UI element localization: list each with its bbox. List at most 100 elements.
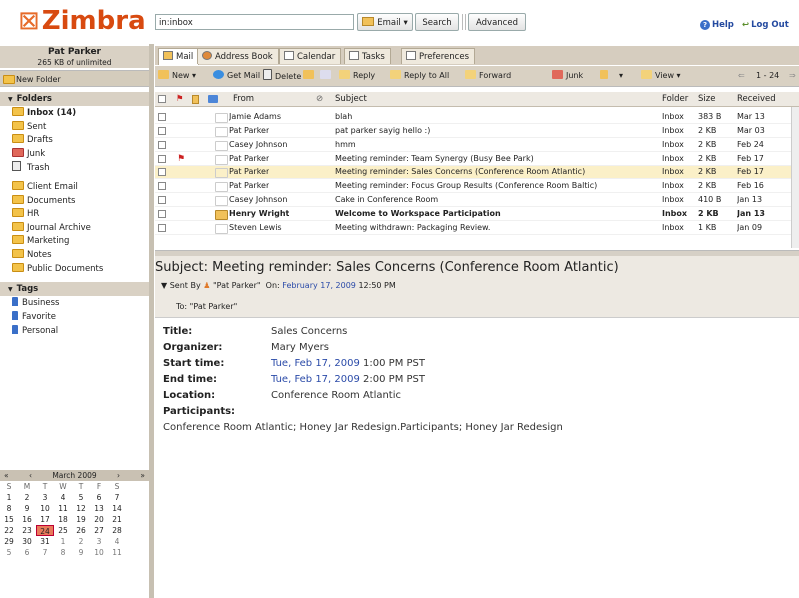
logout-link[interactable]: ↩ Log Out	[742, 20, 789, 30]
calendar-day[interactable]: 3	[36, 492, 54, 503]
tab-address-book[interactable]: Address Book	[197, 48, 279, 64]
row-checkbox[interactable]	[158, 113, 166, 121]
calendar-day[interactable]: 1	[54, 536, 72, 547]
row-checkbox[interactable]	[158, 224, 166, 232]
message-row[interactable]: Steven Lewis Meeting withdrawn: Packagin…	[155, 222, 795, 235]
calendar-day[interactable]: 14	[108, 503, 126, 514]
calendar-day[interactable]: 5	[0, 547, 18, 558]
calendar-day[interactable]: 23	[18, 525, 36, 536]
next-year-button[interactable]: »	[140, 470, 145, 481]
end-date-link[interactable]: Tue, Feb 17, 2009	[271, 374, 360, 385]
search-input[interactable]: in:inbox	[155, 14, 354, 30]
folders-header[interactable]: ▼ Folders	[0, 92, 149, 106]
tag-button[interactable]	[600, 69, 611, 83]
delete-button[interactable]: Delete	[263, 69, 301, 83]
calendar-day[interactable]: 3	[90, 536, 108, 547]
calendar-day[interactable]: 6	[90, 492, 108, 503]
tab-tasks[interactable]: Tasks	[344, 48, 391, 64]
row-checkbox[interactable]	[158, 182, 166, 190]
column-size[interactable]: Size	[698, 92, 715, 106]
folder-sent[interactable]: Sent	[12, 121, 46, 134]
calendar-day[interactable]: 25	[54, 525, 72, 536]
calendar-day[interactable]: 4	[54, 492, 72, 503]
search-button[interactable]: Search	[415, 13, 459, 31]
calendar-day[interactable]: 5	[72, 492, 90, 503]
prev-page-button[interactable]: ⇐	[738, 69, 745, 83]
calendar-day[interactable]: 22	[0, 525, 18, 536]
folder-drafts[interactable]: Drafts	[12, 134, 53, 147]
flag-column-icon[interactable]: ⚑	[176, 92, 184, 106]
row-checkbox[interactable]	[158, 168, 166, 176]
calendar-day[interactable]: 18	[54, 514, 72, 525]
forward-button[interactable]: Forward	[465, 69, 511, 83]
status-column-icon[interactable]	[208, 95, 218, 103]
move-button[interactable]	[303, 69, 317, 83]
calendar-day-today[interactable]: 24	[36, 525, 54, 536]
row-checkbox[interactable]	[158, 210, 166, 218]
folder-trash[interactable]: Trash	[12, 161, 49, 174]
zimbra-logo[interactable]: ⊠Zimbra	[18, 6, 146, 36]
calendar-day[interactable]: 7	[108, 492, 126, 503]
calendar-day[interactable]: 28	[108, 525, 126, 536]
calendar-day[interactable]: 9	[18, 503, 36, 514]
calendar-day[interactable]: 8	[54, 547, 72, 558]
calendar-day[interactable]: 11	[108, 547, 126, 558]
help-link[interactable]: ? Help	[700, 20, 734, 30]
reply-button[interactable]: Reply	[339, 69, 375, 83]
get-mail-button[interactable]: Get Mail	[213, 69, 260, 83]
message-row[interactable]: ⚑ Pat Parker Meeting reminder: Team Syne…	[155, 153, 795, 166]
column-from[interactable]: From	[233, 92, 254, 106]
reply-all-button[interactable]: Reply to All	[390, 69, 449, 83]
calendar-day[interactable]: 27	[90, 525, 108, 536]
tags-header[interactable]: ▼ Tags	[0, 282, 149, 296]
calendar-day[interactable]: 21	[108, 514, 126, 525]
calendar-day[interactable]: 8	[0, 503, 18, 514]
row-checkbox[interactable]	[158, 155, 166, 163]
prev-year-button[interactable]: «	[4, 470, 9, 481]
view-button[interactable]: View ▾	[641, 69, 681, 83]
calendar-day[interactable]: 29	[0, 536, 18, 547]
calendar-day[interactable]: 15	[0, 514, 18, 525]
folder-inbox[interactable]: Inbox (14)	[12, 107, 76, 120]
message-row[interactable]: Casey Johnson hmm Inbox 2 KB Feb 24	[155, 139, 795, 152]
row-checkbox[interactable]	[158, 141, 166, 149]
folder-client-email[interactable]: Client Email	[12, 181, 78, 194]
row-checkbox[interactable]	[158, 196, 166, 204]
column-folder[interactable]: Folder	[662, 92, 688, 106]
row-checkbox[interactable]	[158, 127, 166, 135]
tag-column-icon[interactable]	[192, 95, 199, 104]
folder-junk[interactable]: Junk	[12, 148, 45, 161]
attachment-column-icon[interactable]: ⊘	[316, 92, 323, 106]
calendar-day[interactable]: 17	[36, 514, 54, 525]
prev-month-button[interactable]: ‹	[29, 470, 32, 481]
calendar-day[interactable]: 16	[18, 514, 36, 525]
next-page-button[interactable]: ⇒	[789, 69, 796, 83]
sender-link[interactable]: "Pat Parker"	[213, 281, 261, 290]
panel-splitter[interactable]	[149, 44, 154, 598]
calendar-day[interactable]: 11	[54, 503, 72, 514]
tag-dropdown[interactable]: ▾	[619, 69, 623, 83]
calendar-day[interactable]: 6	[18, 547, 36, 558]
message-row[interactable]: Casey Johnson Cake in Conference Room In…	[155, 194, 795, 207]
message-row-selected[interactable]: Pat Parker Meeting reminder: Sales Conce…	[155, 166, 795, 179]
folder-hr[interactable]: HR	[12, 208, 39, 221]
tag-business[interactable]: Business	[12, 297, 59, 310]
select-all-checkbox[interactable]	[158, 95, 166, 103]
folder-documents[interactable]: Documents	[12, 195, 75, 208]
calendar-day[interactable]: 19	[72, 514, 90, 525]
calendar-day[interactable]: 31	[36, 536, 54, 547]
print-button[interactable]	[320, 69, 334, 83]
date-link[interactable]: February 17, 2009	[282, 281, 356, 290]
search-type-dropdown[interactable]: Email ▾	[357, 13, 413, 31]
start-date-link[interactable]: Tue, Feb 17, 2009	[271, 358, 360, 369]
message-row[interactable]: Jamie Adams blah Inbox 383 B Mar 13	[155, 111, 795, 124]
tab-calendar[interactable]: Calendar	[279, 48, 342, 64]
calendar-day[interactable]: 10	[90, 547, 108, 558]
message-list-scrollbar[interactable]	[791, 107, 799, 248]
calendar-day[interactable]: 9	[72, 547, 90, 558]
calendar-day[interactable]: 1	[0, 492, 18, 503]
tab-preferences[interactable]: Preferences	[401, 48, 475, 64]
column-received[interactable]: Received	[737, 92, 776, 106]
folder-journal-archive[interactable]: Journal Archive	[12, 222, 91, 235]
tag-favorite[interactable]: Favorite	[12, 311, 56, 324]
